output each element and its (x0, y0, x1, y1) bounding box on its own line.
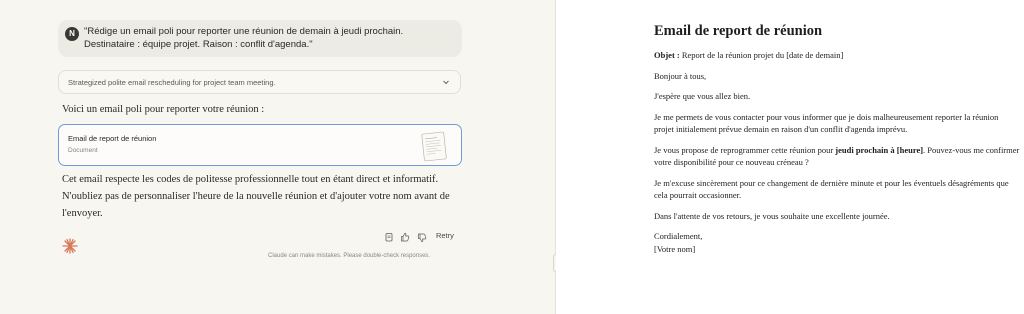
assistant-response: Cet email respecte les codes de politess… (62, 174, 450, 219)
thumbs-down-icon[interactable] (417, 233, 427, 243)
email-paragraph-4: Je m'excuse sincèrement pour ce changeme… (654, 177, 1009, 201)
p3-text-a: Je vous propose de reprogrammer cette ré… (654, 144, 836, 155)
email-subject: Objet : Report de la réunion projet du [… (654, 49, 1020, 62)
artifact-title: Email de report de réunion (68, 134, 157, 143)
email-paragraph-5: Dans l'attente de vos retours, je vous s… (654, 210, 890, 221)
user-avatar: N (65, 27, 79, 41)
artifact-panel: Email de report de réunion Objet : Repor… (556, 0, 1024, 314)
email-greeting: Bonjour à tous, (654, 70, 707, 81)
chat-panel: N "Rédige un email poli pour reporter un… (0, 0, 556, 314)
chevron-down-icon (443, 80, 449, 85)
copy-icon[interactable] (384, 232, 394, 242)
thumbs-up-icon[interactable] (400, 232, 410, 242)
email-paragraph-2: Je me permets de vous contacter pour vou… (654, 111, 999, 135)
email-document: Email de report de réunion Objet : Repor… (654, 22, 1020, 255)
document-title: Email de report de réunion (654, 23, 823, 39)
user-message: N "Rédige un email poli pour reporter un… (58, 20, 462, 57)
thought-summary-toggle[interactable]: Strategized polite email rescheduling fo… (58, 70, 461, 94)
assistant-intro: Voici un email poli pour reporter votre … (62, 104, 265, 115)
claude-spark-icon (62, 238, 78, 254)
subject-value: Report de la réunion projet du [date de … (679, 50, 844, 60)
retry-button[interactable]: Retry (436, 231, 454, 240)
user-message-text: "Rédige un email poli pour reporter une … (84, 26, 404, 50)
thought-summary-text: Strategized polite email rescheduling fo… (68, 78, 276, 87)
artifact-card[interactable]: Email de report de réunion Document (58, 124, 462, 166)
email-paragraph-3: Je vous propose de reprogrammer cette ré… (654, 144, 1020, 169)
signature-placeholder: [Votre nom] (654, 243, 696, 254)
subject-label: Objet : (654, 50, 680, 60)
document-thumbnail-icon (421, 131, 447, 162)
email-closing: Cordialement, [Votre nom] (654, 230, 1020, 255)
p3-bold: jeudi prochain à [heure] (835, 144, 924, 155)
email-paragraph-1: J'espère que vous allez bien. (654, 91, 751, 101)
artifact-type: Document (68, 147, 98, 154)
disclaimer: Claude can make mistakes. Please double-… (268, 253, 431, 259)
closing-text: Cordialement, (654, 231, 703, 241)
